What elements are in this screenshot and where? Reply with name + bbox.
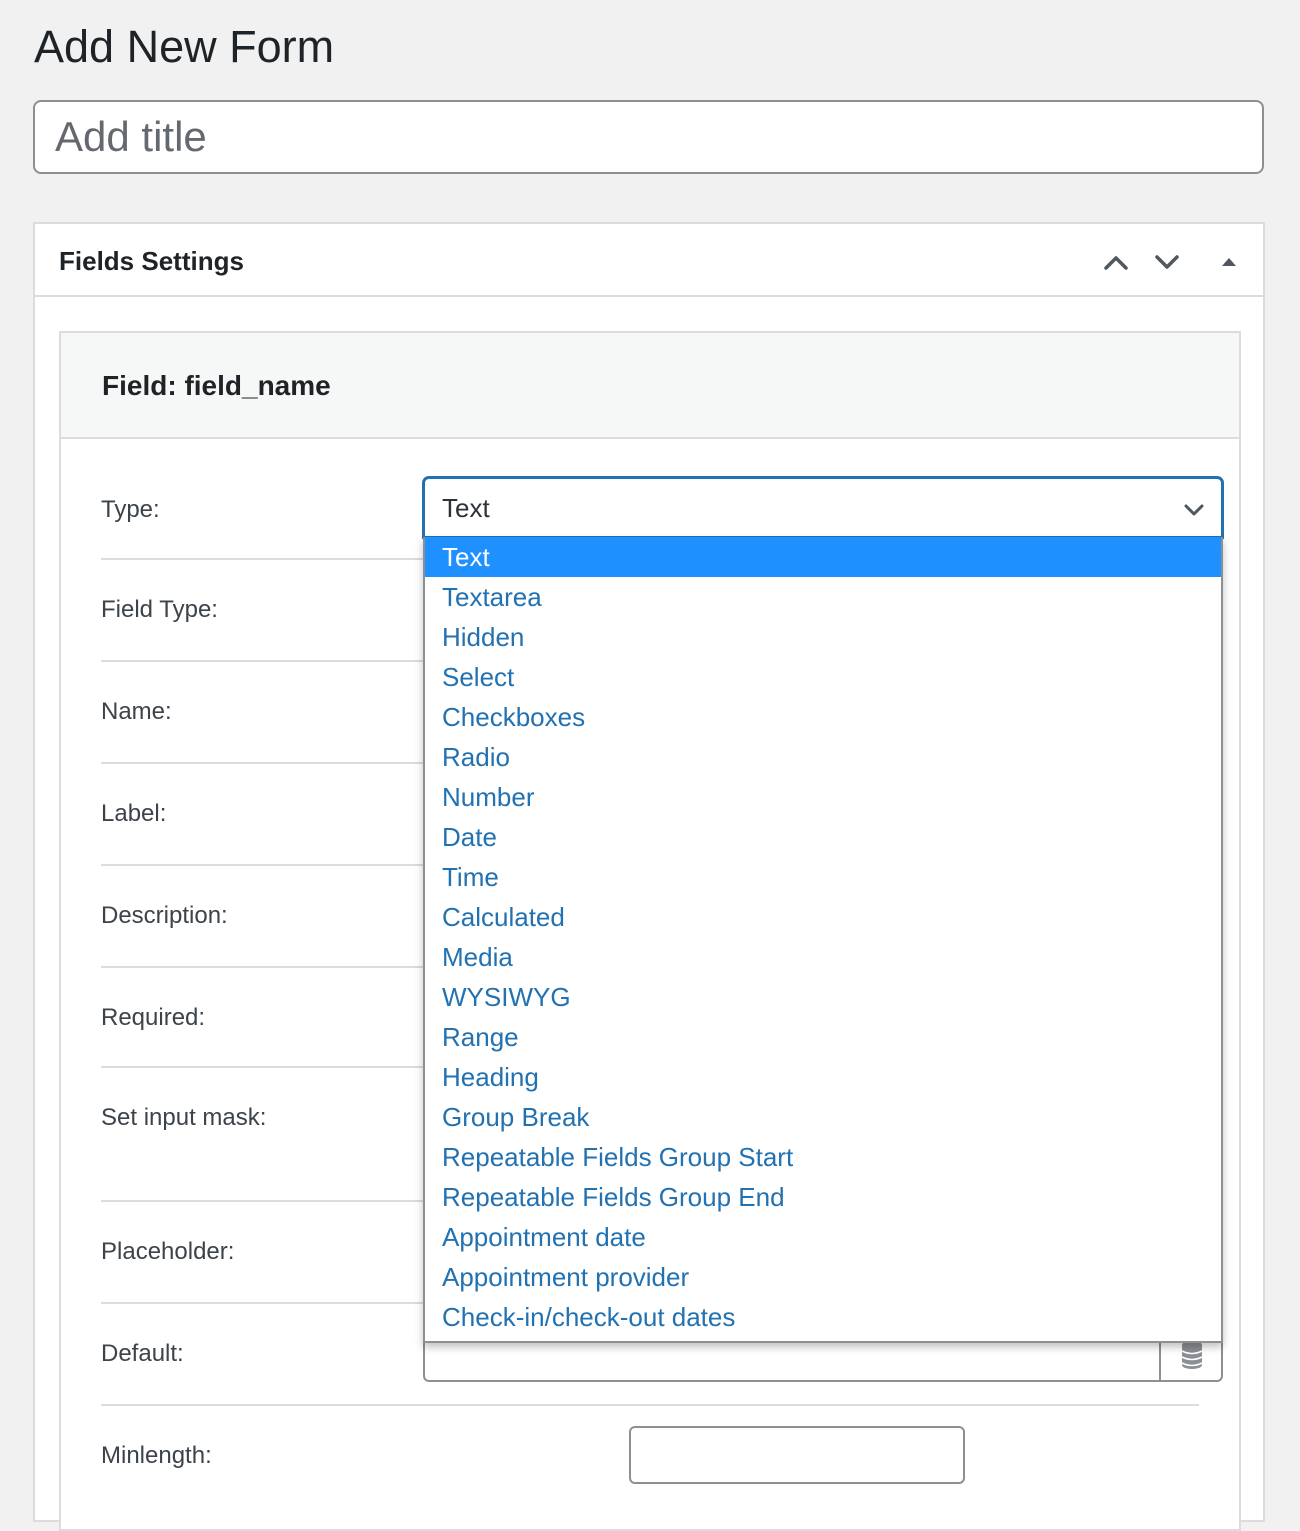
move-up-button[interactable] — [1098, 244, 1134, 280]
label-placeholder: Placeholder: — [101, 1238, 235, 1265]
type-select-value: Text — [442, 493, 490, 523]
postbox-title: Fields Settings — [59, 246, 244, 276]
type-option[interactable]: Date — [425, 817, 1221, 857]
type-option[interactable]: Group Break — [425, 1097, 1221, 1137]
toggle-panel-button[interactable] — [1211, 244, 1247, 280]
database-icon — [1181, 1341, 1203, 1369]
type-option[interactable]: Repeatable Fields Group End — [425, 1177, 1221, 1217]
type-option[interactable]: Appointment provider — [425, 1257, 1221, 1297]
type-option[interactable]: Textarea — [425, 577, 1221, 617]
type-option[interactable]: WYSIWYG — [425, 977, 1221, 1017]
type-option[interactable]: Checkboxes — [425, 697, 1221, 737]
fields-settings-postbox: Fields Settings Field: field_name Type: … — [33, 222, 1265, 1531]
type-option[interactable]: Media — [425, 937, 1221, 977]
type-select[interactable]: Text — [423, 477, 1223, 538]
triangle-up-icon — [1222, 258, 1236, 266]
type-option[interactable]: Heading — [425, 1057, 1221, 1097]
chevron-down-icon — [1184, 504, 1204, 516]
page-title: Add New Form — [34, 21, 335, 72]
field-panel: Field: field_name Type: Field Type: Name… — [59, 331, 1241, 1531]
chevron-down-icon — [1155, 255, 1179, 269]
label-minlength: Minlength: — [101, 1442, 212, 1469]
label-default: Default: — [101, 1340, 184, 1367]
label-label: Label: — [101, 800, 167, 827]
type-option[interactable]: Time — [425, 857, 1221, 897]
type-option[interactable]: Hidden — [425, 617, 1221, 657]
label-field-type: Field Type: — [101, 596, 218, 623]
type-option[interactable]: Select — [425, 657, 1221, 697]
type-option[interactable]: Text — [425, 537, 1221, 577]
title-input[interactable] — [33, 100, 1264, 174]
type-dropdown-list: Text Textarea Hidden Select Checkboxes Radio N… — [423, 537, 1223, 1343]
type-option[interactable]: Repeatable Fields Group Start — [425, 1137, 1221, 1177]
move-down-button[interactable] — [1149, 244, 1185, 280]
label-name: Name: — [101, 698, 172, 725]
label-type: Type: — [101, 496, 160, 523]
type-option[interactable]: Check-in/check-out dates — [425, 1297, 1221, 1337]
field-heading: Field: field_name — [102, 370, 331, 401]
field-panel-header[interactable]: Field: field_name — [61, 333, 1239, 439]
type-option[interactable]: Calculated — [425, 897, 1221, 937]
type-option[interactable]: Radio — [425, 737, 1221, 777]
type-option[interactable]: Appointment date — [425, 1217, 1221, 1257]
type-option[interactable]: Number — [425, 777, 1221, 817]
postbox-header: Fields Settings — [35, 224, 1263, 297]
label-description: Description: — [101, 902, 228, 929]
minlength-input[interactable] — [629, 1426, 965, 1484]
chevron-up-icon — [1104, 256, 1128, 270]
label-input-mask: Set input mask: — [101, 1104, 267, 1131]
label-required: Required: — [101, 1004, 206, 1031]
type-option[interactable]: Range — [425, 1017, 1221, 1057]
